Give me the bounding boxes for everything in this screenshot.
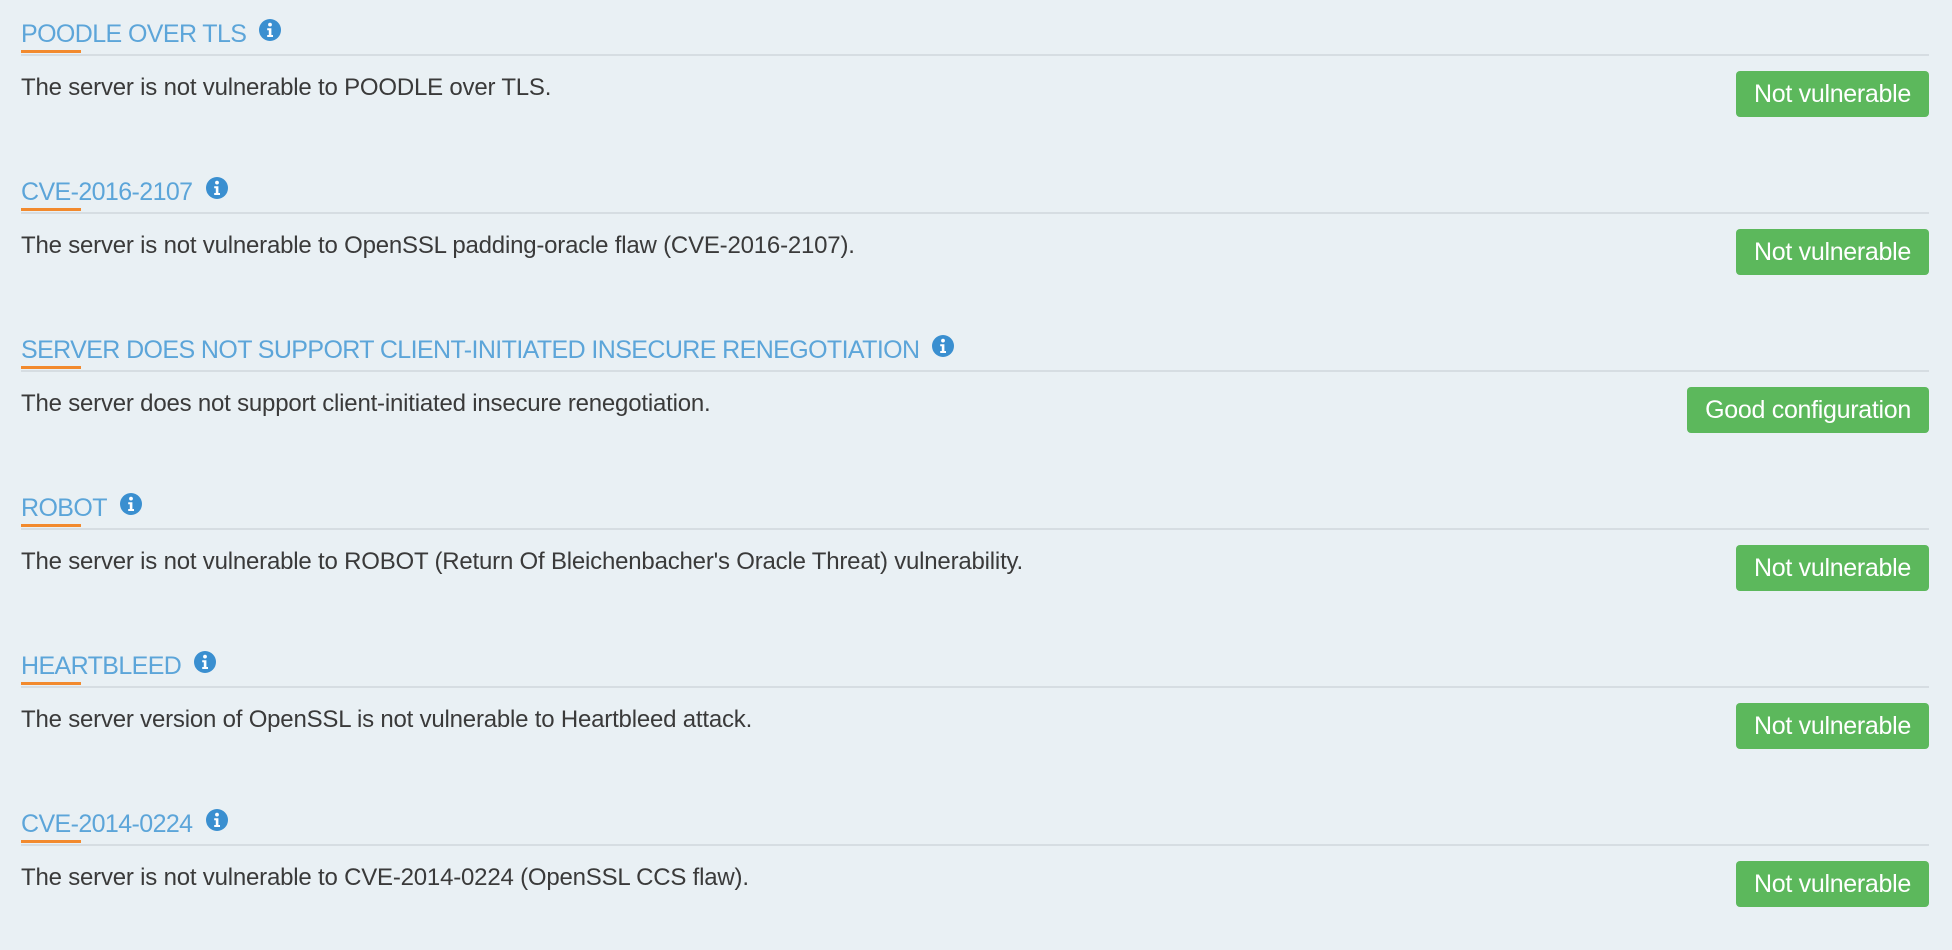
check-insecure-renegotiation: SERVER DOES NOT SUPPORT CLIENT-INITIATED… <box>21 316 1929 474</box>
info-icon[interactable] <box>205 808 229 832</box>
section-header: POODLE OVER TLS <box>21 14 282 54</box>
check-heartbleed: HEARTBLEED The server version of OpenSSL… <box>21 632 1929 790</box>
section-divider <box>21 370 1929 372</box>
section-divider <box>21 528 1929 530</box>
section-header: ROBOT <box>21 488 143 528</box>
section-header: CVE-2016-2107 <box>21 172 229 212</box>
status-badge: Not vulnerable <box>1735 545 1929 591</box>
vulnerability-results: POODLE OVER TLS The server is not vulner… <box>21 0 1929 948</box>
check-cve-2016-2107: CVE-2016-2107 The server is not vulnerab… <box>21 158 1929 316</box>
section-divider <box>21 54 1929 56</box>
status-badge: Not vulnerable <box>1735 71 1929 117</box>
section-title: SERVER DOES NOT SUPPORT CLIENT-INITIATED… <box>21 335 920 364</box>
status-badge: Not vulnerable <box>1735 229 1929 275</box>
section-title: POODLE OVER TLS <box>21 19 247 48</box>
status-badge: Not vulnerable <box>1735 703 1929 749</box>
section-accent-underline <box>21 524 81 527</box>
section-accent-underline <box>21 366 81 369</box>
section-description: The server is not vulnerable to ROBOT (R… <box>21 548 1024 575</box>
section-divider <box>21 212 1929 214</box>
section-header: HEARTBLEED <box>21 646 217 686</box>
section-description: The server is not vulnerable to OpenSSL … <box>21 232 855 259</box>
section-description: The server version of OpenSSL is not vul… <box>21 706 753 733</box>
section-accent-underline <box>21 50 81 53</box>
section-title: HEARTBLEED <box>21 651 182 680</box>
section-accent-underline <box>21 840 81 843</box>
section-title: CVE-2014-0224 <box>21 809 193 838</box>
info-icon[interactable] <box>205 176 229 200</box>
info-icon[interactable] <box>119 492 143 516</box>
section-divider <box>21 686 1929 688</box>
section-title: ROBOT <box>21 493 108 522</box>
check-robot: ROBOT The server is not vulnerable to RO… <box>21 474 1929 632</box>
status-badge: Not vulnerable <box>1735 861 1929 907</box>
section-header: CVE-2014-0224 <box>21 804 229 844</box>
section-description: The server is not vulnerable to POODLE o… <box>21 74 552 101</box>
status-badge: Good configuration <box>1687 387 1929 433</box>
section-accent-underline <box>21 682 81 685</box>
section-accent-underline <box>21 208 81 211</box>
check-poodle-over-tls: POODLE OVER TLS The server is not vulner… <box>21 0 1929 158</box>
check-cve-2014-0224: CVE-2014-0224 The server is not vulnerab… <box>21 790 1929 948</box>
section-divider <box>21 844 1929 846</box>
section-description: The server is not vulnerable to CVE-2014… <box>21 864 749 891</box>
info-icon[interactable] <box>931 334 955 358</box>
section-description: The server does not support client-initi… <box>21 390 711 417</box>
info-icon[interactable] <box>193 650 217 674</box>
section-title: CVE-2016-2107 <box>21 177 193 206</box>
section-header: SERVER DOES NOT SUPPORT CLIENT-INITIATED… <box>21 330 955 370</box>
info-icon[interactable] <box>258 18 282 42</box>
